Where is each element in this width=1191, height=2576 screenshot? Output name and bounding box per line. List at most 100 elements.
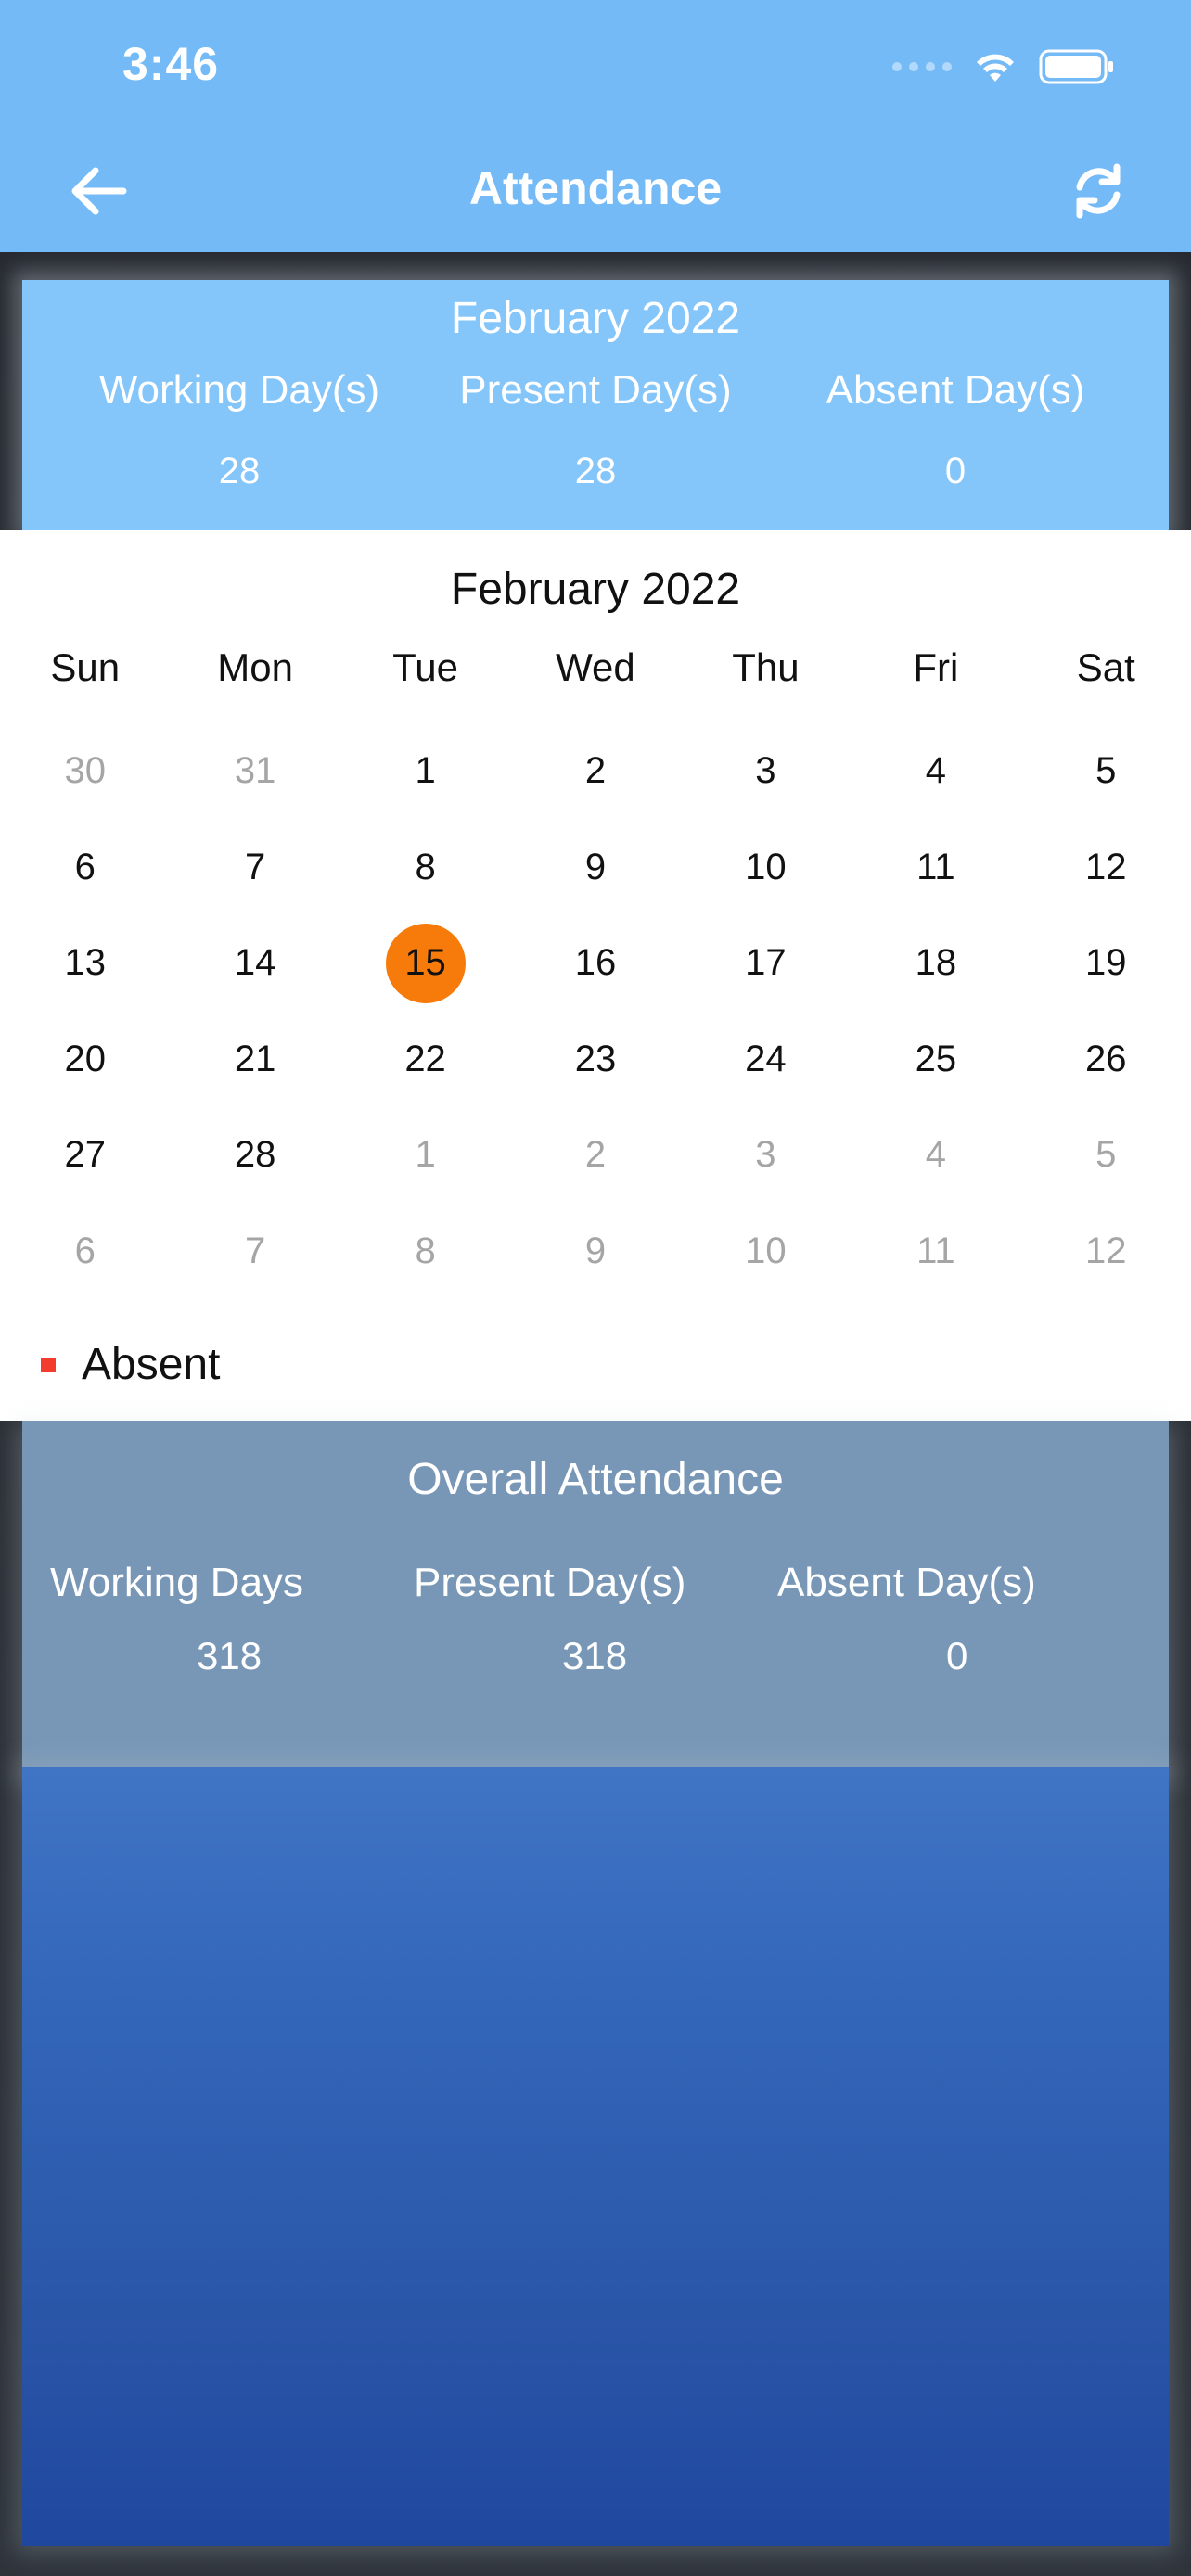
battery-icon (1039, 49, 1113, 84)
calendar-day[interactable]: 20 (0, 1012, 170, 1108)
calendar-day[interactable]: 22 (340, 1012, 510, 1108)
calendar-day-number: 25 (915, 1038, 957, 1079)
calendar-day-number: 20 (64, 1038, 106, 1079)
monthly-summary-card: February 2022 Working Day(s) 28 Present … (22, 280, 1169, 530)
calendar-day[interactable]: 4 (851, 723, 1020, 820)
weekday-label: Wed (556, 645, 635, 689)
calendar-day[interactable]: 12 (1021, 1204, 1191, 1300)
calendar-day-number: 6 (74, 846, 96, 887)
calendar-day[interactable]: 26 (1021, 1012, 1191, 1108)
cellular-signal-icon (892, 62, 952, 71)
calendar-day-number: 5 (1095, 750, 1117, 792)
calendar-day[interactable]: 8 (340, 820, 510, 916)
weekday-label: Fri (913, 645, 959, 689)
calendar-day-number: 17 (745, 942, 787, 984)
calendar-day-number: 1 (415, 750, 436, 792)
top-bar: 3:46 Attendance (0, 0, 1191, 252)
overall-present-value: 318 (562, 1634, 628, 1677)
calendar-day[interactable]: 9 (510, 1204, 680, 1300)
summary-working-value: 28 (218, 451, 261, 491)
calendar-day-number: 11 (916, 1230, 955, 1271)
calendar-day[interactable]: 23 (510, 1012, 680, 1108)
calendar-day-number: 21 (234, 1038, 276, 1079)
calendar-days-grid: 30 31 1 2 3 4 5 6 7 8 9 10 11 12 13 14 15 16 17 18 19 20 21 22 2… (0, 723, 1191, 1299)
calendar-day-number: 27 (64, 1134, 106, 1176)
refresh-icon (1076, 163, 1121, 219)
calendar-day[interactable]: 10 (681, 820, 851, 916)
calendar-day[interactable]: 17 (681, 915, 851, 1012)
calendar-day-number: 9 (584, 846, 607, 887)
calendar-day-number: 3 (755, 1134, 776, 1176)
calendar-month-title: February 2022 (450, 565, 741, 614)
calendar-day[interactable]: 27 (0, 1107, 170, 1204)
calendar-day-number: 26 (1085, 1038, 1127, 1079)
calendar-day[interactable]: 6 (0, 820, 170, 916)
calendar-day-number: 18 (915, 942, 957, 984)
overall-present-label: Present Day(s) (414, 1560, 686, 1605)
calendar-weekday-header: Sun Mon Tue Wed Thu Fri Sat (0, 645, 1191, 690)
calendar-day-number: 5 (1095, 1134, 1117, 1176)
calendar-day[interactable]: 2 (510, 1107, 680, 1204)
summary-present-value: 28 (574, 451, 617, 491)
calendar-day-number: 2 (584, 750, 607, 792)
calendar-day[interactable]: 9 (510, 820, 680, 916)
calendar-day[interactable]: 16 (510, 915, 680, 1012)
calendar-day[interactable]: 24 (681, 1012, 851, 1108)
calendar-day-number: 12 (1085, 846, 1127, 887)
overall-absent-value: 0 (946, 1634, 968, 1677)
calendar-day-number: 12 (1085, 1230, 1127, 1271)
page-title: Attendance (468, 162, 723, 214)
weekday-label: Tue (392, 645, 458, 689)
calendar-day[interactable]: 18 (851, 915, 1020, 1012)
calendar-day-number: 23 (574, 1038, 617, 1079)
summary-absent-days: Absent Day(s) 0 (779, 367, 1132, 492)
calendar-day[interactable]: 25 (851, 1012, 1020, 1108)
calendar-day[interactable]: 3 (681, 1107, 851, 1204)
calendar-day[interactable]: 11 (851, 1204, 1020, 1300)
calendar-day-number: 31 (234, 750, 276, 792)
wifi-icon (977, 54, 1014, 82)
calendar-day-number: 4 (925, 1134, 946, 1176)
calendar-day[interactable]: 19 (1021, 915, 1191, 1012)
calendar-day[interactable]: 31 (170, 723, 339, 820)
calendar-day-number: 28 (234, 1134, 276, 1176)
calendar-day-number: 30 (64, 750, 106, 792)
calendar-day[interactable]: 5 (1021, 1107, 1191, 1204)
calendar-day[interactable]: 30 (0, 723, 170, 820)
summary-absent-value: 0 (944, 451, 967, 491)
calendar-day[interactable]: 13 (0, 915, 170, 1012)
calendar-day[interactable]: 21 (170, 1012, 339, 1108)
calendar-day[interactable]: 2 (510, 723, 680, 820)
calendar-day[interactable]: 6 (0, 1204, 170, 1300)
calendar-day-number: 24 (745, 1038, 787, 1079)
summary-absent-label: Absent Day(s) (826, 367, 1085, 413)
calendar-day[interactable]: 7 (170, 820, 339, 916)
calendar-day-number: 10 (745, 1230, 787, 1271)
calendar-day-number: 3 (755, 750, 776, 792)
calendar-day[interactable]: 4 (851, 1107, 1020, 1204)
calendar-day[interactable]: 28 (170, 1107, 339, 1204)
calendar-day[interactable]: 14 (170, 915, 339, 1012)
summary-month-title: February 2022 (450, 294, 741, 343)
calendar-day[interactable]: 11 (851, 820, 1020, 916)
calendar-day-number: 22 (404, 1038, 446, 1079)
refresh-button[interactable] (1065, 158, 1132, 224)
calendar-day[interactable]: 1 (340, 723, 510, 820)
calendar-day[interactable]: 10 (681, 1204, 851, 1300)
overall-absent-days: Absent Day(s) 0 (777, 1560, 1139, 1678)
summary-present-label: Present Day(s) (459, 367, 732, 413)
calendar-day[interactable]: 7 (170, 1204, 339, 1300)
calendar-day[interactable]: 1 (340, 1107, 510, 1204)
calendar-day-number: 7 (245, 846, 266, 887)
legend: Absent (41, 1339, 220, 1390)
calendar-day-selected[interactable]: 15 (340, 915, 510, 1012)
calendar-day[interactable]: 5 (1021, 723, 1191, 820)
absent-legend-swatch (41, 1357, 56, 1372)
absent-legend-label: Absent (82, 1340, 221, 1389)
calendar-day[interactable]: 12 (1021, 820, 1191, 916)
calendar-day-number: 7 (245, 1230, 266, 1271)
calendar-day-number: 14 (234, 942, 276, 984)
calendar-day[interactable]: 8 (340, 1204, 510, 1300)
calendar-day-number: 10 (745, 846, 787, 887)
calendar-day[interactable]: 3 (681, 723, 851, 820)
